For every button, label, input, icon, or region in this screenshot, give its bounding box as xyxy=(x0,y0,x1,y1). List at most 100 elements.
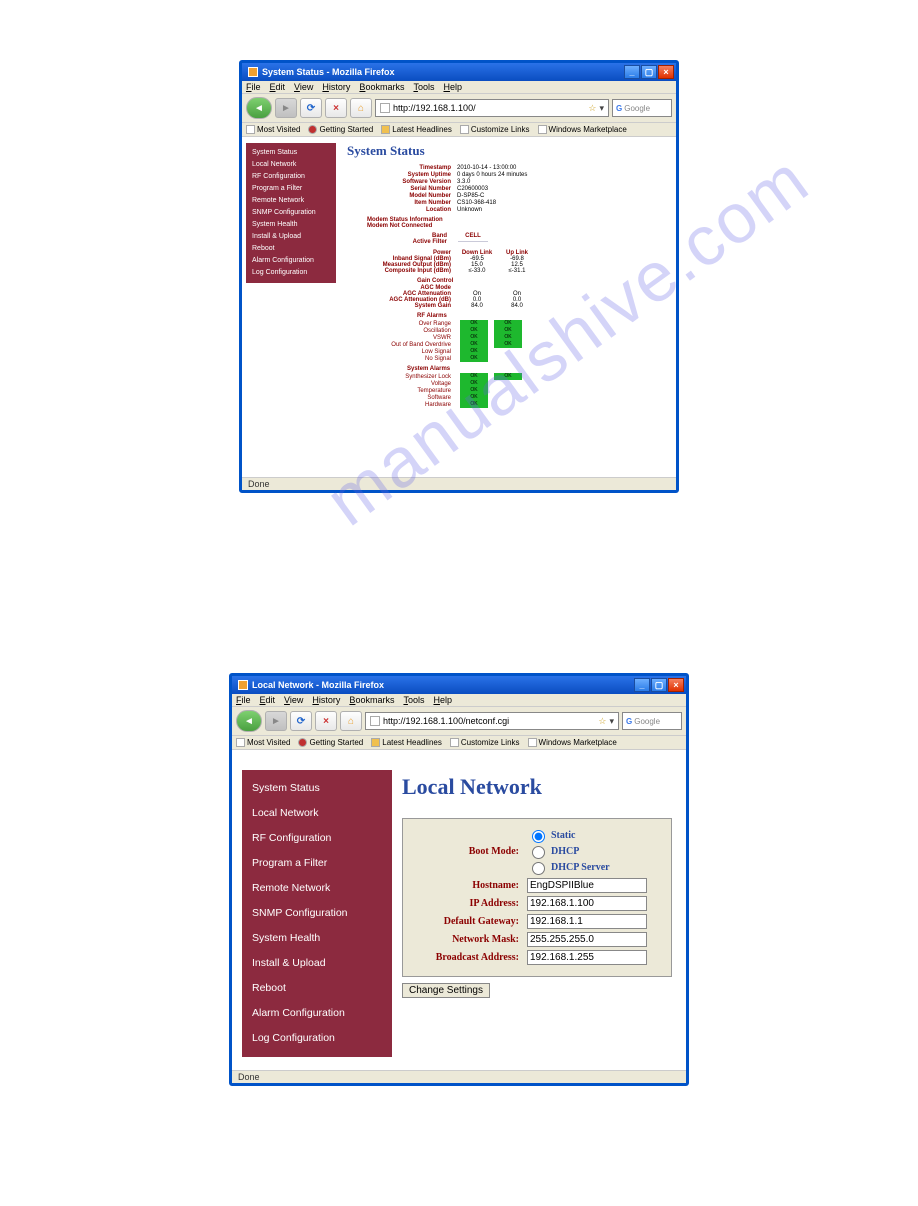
bm-most-visited[interactable]: Most Visited xyxy=(236,738,290,747)
menu-history[interactable]: History xyxy=(312,695,340,705)
sidebar-item-rf-configuration[interactable]: RF Configuration xyxy=(246,171,336,182)
radio-dhcp[interactable]: DHCP xyxy=(527,843,659,859)
minimize-button[interactable]: _ xyxy=(624,65,640,79)
bm-latest-headlines[interactable]: Latest Headlines xyxy=(371,738,442,747)
field-input[interactable] xyxy=(527,896,647,911)
sidebar-item-install-upload[interactable]: Install & Upload xyxy=(242,951,392,975)
menu-help[interactable]: Help xyxy=(443,82,462,92)
menu-file[interactable]: File xyxy=(246,82,261,92)
sidebar-item-system-health[interactable]: System Health xyxy=(246,219,336,230)
alarm-label: Oscillation xyxy=(351,328,457,334)
info-value: 0 days 0 hours 24 minutes xyxy=(457,172,527,178)
field-input[interactable] xyxy=(527,950,647,965)
menu-edit[interactable]: Edit xyxy=(260,695,276,705)
bookmark-star-icon[interactable]: ☆ xyxy=(588,103,596,114)
stop-button[interactable]: × xyxy=(315,711,337,731)
search-box[interactable]: Google xyxy=(622,712,682,730)
forward-button[interactable]: ► xyxy=(275,98,297,118)
forward-button[interactable]: ► xyxy=(265,711,287,731)
alarm-status: OK xyxy=(460,334,488,341)
active-filter-value: ――――― xyxy=(453,239,493,245)
alarm-status: OK xyxy=(460,348,488,355)
change-settings-button[interactable]: Change Settings xyxy=(402,983,490,998)
nav-toolbar: ◄ ► ⟳ × ⌂ http://192.168.1.100/netconf.c… xyxy=(232,707,686,736)
sidebar-item-system-status[interactable]: System Status xyxy=(246,147,336,158)
menu-view[interactable]: View xyxy=(294,82,313,92)
back-button[interactable]: ◄ xyxy=(246,97,272,119)
reload-button[interactable]: ⟳ xyxy=(300,98,322,118)
sidebar-item-log-configuration[interactable]: Log Configuration xyxy=(246,267,336,278)
bm-windows-marketplace[interactable]: Windows Marketplace xyxy=(528,738,617,747)
menu-tools[interactable]: Tools xyxy=(403,695,424,705)
sidebar-item-local-network[interactable]: Local Network xyxy=(246,159,336,170)
page-icon xyxy=(528,738,537,747)
menu-edit[interactable]: Edit xyxy=(270,82,286,92)
sidebar-item-program-filter[interactable]: Program a Filter xyxy=(242,851,392,875)
bm-getting-started[interactable]: Getting Started xyxy=(298,738,363,747)
search-box[interactable]: Google xyxy=(612,99,672,117)
maximize-button[interactable]: ▢ xyxy=(651,678,667,692)
radio-dhcp-server[interactable]: DHCP Server xyxy=(527,859,659,875)
home-button[interactable]: ⌂ xyxy=(340,711,362,731)
bm-customize-links[interactable]: Customize Links xyxy=(450,738,520,747)
field-input[interactable] xyxy=(527,914,647,929)
sidebar-item-snmp-configuration[interactable]: SNMP Configuration xyxy=(242,901,392,925)
stop-button[interactable]: × xyxy=(325,98,347,118)
url-dropdown-icon[interactable]: ▾ xyxy=(599,103,604,114)
field-input[interactable] xyxy=(527,878,647,893)
info-label: Software Version xyxy=(347,179,457,185)
info-label: Model Number xyxy=(347,193,457,199)
sidebar-item-reboot[interactable]: Reboot xyxy=(246,243,336,254)
menu-history[interactable]: History xyxy=(322,82,350,92)
menu-view[interactable]: View xyxy=(284,695,303,705)
bookmark-star-icon[interactable]: ☆ xyxy=(598,716,606,727)
menu-bookmarks[interactable]: Bookmarks xyxy=(349,695,394,705)
alarm-status: OK xyxy=(460,327,488,334)
home-button[interactable]: ⌂ xyxy=(350,98,372,118)
field-label: Broadcast Address: xyxy=(415,952,527,963)
field-label: Hostname: xyxy=(415,880,527,891)
sidebar-item-snmp-configuration[interactable]: SNMP Configuration xyxy=(246,207,336,218)
sidebar-item-system-status[interactable]: System Status xyxy=(242,776,392,800)
sidebar-item-log-configuration[interactable]: Log Configuration xyxy=(242,1026,392,1050)
bm-windows-marketplace[interactable]: Windows Marketplace xyxy=(538,125,627,134)
sidebar-item-remote-network[interactable]: Remote Network xyxy=(242,876,392,900)
sidebar-item-local-network[interactable]: Local Network xyxy=(242,801,392,825)
bm-getting-started[interactable]: Getting Started xyxy=(308,125,373,134)
bm-customize-links[interactable]: Customize Links xyxy=(460,125,530,134)
url-bar[interactable]: http://192.168.1.100/netconf.cgi ☆ ▾ xyxy=(365,712,619,730)
sidebar-item-remote-network[interactable]: Remote Network xyxy=(246,195,336,206)
maximize-button[interactable]: ▢ xyxy=(641,65,657,79)
sidebar-item-alarm-configuration[interactable]: Alarm Configuration xyxy=(242,1001,392,1025)
minimize-button[interactable]: _ xyxy=(634,678,650,692)
field-input[interactable] xyxy=(527,932,647,947)
info-label: Location xyxy=(347,207,457,213)
reload-button[interactable]: ⟳ xyxy=(290,711,312,731)
info-label: System Uptime xyxy=(347,172,457,178)
sidebar-item-reboot[interactable]: Reboot xyxy=(242,976,392,1000)
back-button[interactable]: ◄ xyxy=(236,710,262,732)
sidebar-item-alarm-configuration[interactable]: Alarm Configuration xyxy=(246,255,336,266)
bm-most-visited[interactable]: Most Visited xyxy=(246,125,300,134)
sidebar-item-program-filter[interactable]: Program a Filter xyxy=(246,183,336,194)
radio-static[interactable]: Static xyxy=(527,827,659,843)
alarm-label: Voltage xyxy=(351,381,457,387)
sidebar-item-rf-configuration[interactable]: RF Configuration xyxy=(242,826,392,850)
sidebar-item-system-health[interactable]: System Health xyxy=(242,926,392,950)
sidebar-item-install-upload[interactable]: Install & Upload xyxy=(246,231,336,242)
url-dropdown-icon[interactable]: ▾ xyxy=(609,716,614,727)
page-icon xyxy=(450,738,459,747)
firefox-window-local-network: Local Network - Mozilla Firefox _ ▢ × Fi… xyxy=(229,673,689,1086)
system-alarms-header: System Alarms xyxy=(347,366,537,372)
page-title: Local Network xyxy=(402,774,672,800)
bm-latest-headlines[interactable]: Latest Headlines xyxy=(381,125,452,134)
page-icon xyxy=(246,125,255,134)
close-button[interactable]: × xyxy=(668,678,684,692)
menu-tools[interactable]: Tools xyxy=(413,82,434,92)
menu-file[interactable]: File xyxy=(236,695,251,705)
url-bar[interactable]: http://192.168.1.100/ ☆ ▾ xyxy=(375,99,609,117)
close-button[interactable]: × xyxy=(658,65,674,79)
menu-bookmarks[interactable]: Bookmarks xyxy=(359,82,404,92)
page-icon xyxy=(380,103,390,113)
menu-help[interactable]: Help xyxy=(433,695,452,705)
